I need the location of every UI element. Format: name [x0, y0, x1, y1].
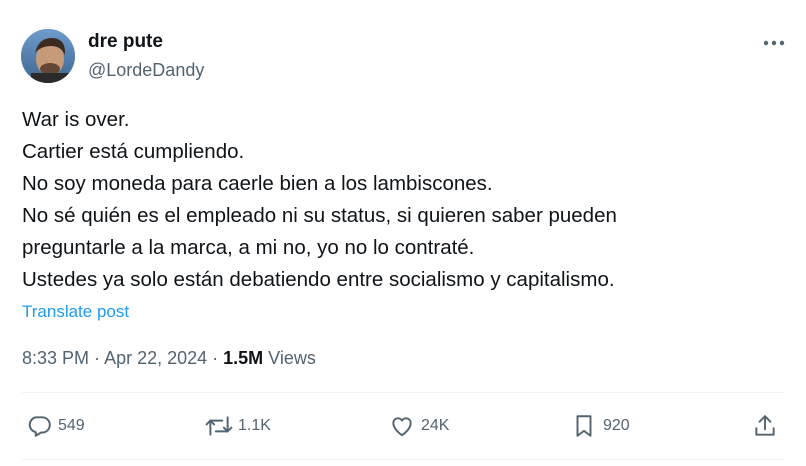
bookmark-icon	[569, 411, 599, 441]
meta-separator: ·	[207, 348, 224, 368]
tweet-text-line: No sé quién es el empleado ni su status,…	[22, 204, 617, 227]
tweet-text-line: War is over.	[22, 108, 130, 131]
bookmark-button[interactable]: 920	[569, 407, 630, 445]
tweet-card: dre pute @LordeDandy War is over. Cartie…	[0, 0, 806, 466]
retweet-icon	[204, 411, 234, 441]
heart-icon	[387, 411, 417, 441]
views-label: Views	[263, 348, 316, 368]
tweet-text: War is over. Cartier está cumpliendo. No…	[22, 104, 782, 296]
divider	[22, 392, 784, 393]
divider	[22, 459, 784, 460]
author-display-name[interactable]: dre pute	[88, 31, 163, 53]
avatar[interactable]	[21, 29, 75, 83]
share-icon	[750, 411, 780, 441]
like-count: 24K	[421, 417, 450, 434]
like-button[interactable]: 24K	[387, 407, 449, 445]
tweet-time[interactable]: 8:33 PM	[22, 348, 89, 368]
reply-count: 549	[58, 417, 85, 434]
translate-post-link[interactable]: Translate post	[22, 301, 129, 323]
tweet-text-line: preguntarle a la marca, a mi no, yo no l…	[22, 236, 475, 259]
views-count[interactable]: 1.5M	[223, 348, 263, 368]
bookmark-count: 920	[603, 417, 630, 434]
author-handle[interactable]: @LordeDandy	[88, 59, 204, 81]
action-bar: 549 1.1K 24K 920	[0, 407, 806, 445]
tweet-text-line: Ustedes ya solo están debatiendo entre s…	[22, 268, 615, 291]
tweet-date[interactable]: Apr 22, 2024	[104, 348, 207, 368]
meta-separator: ·	[89, 348, 105, 368]
reply-button[interactable]: 549	[24, 407, 85, 445]
tweet-text-line: No soy moneda para caerle bien a los lam…	[22, 172, 493, 195]
share-button[interactable]	[750, 407, 780, 445]
more-options-icon[interactable]	[757, 32, 791, 54]
retweet-button[interactable]: 1.1K	[204, 407, 271, 445]
user-avatar-icon	[21, 29, 75, 83]
reply-icon	[24, 411, 54, 441]
retweet-count: 1.1K	[238, 417, 271, 434]
tweet-text-line: Cartier está cumpliendo.	[22, 140, 245, 163]
tweet-metadata: 8:33 PM · Apr 22, 2024 · 1.5M Views	[22, 346, 316, 370]
